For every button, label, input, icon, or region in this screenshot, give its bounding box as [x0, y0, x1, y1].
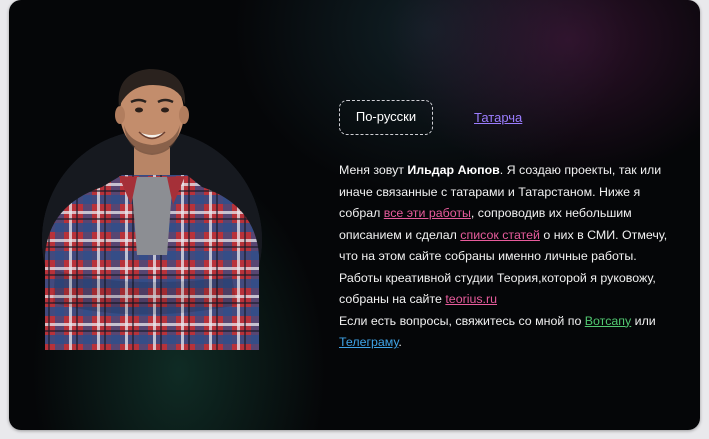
bio-part-6: .	[398, 335, 402, 349]
whatsapp-link[interactable]: Вотсапу	[585, 314, 631, 328]
telegram-link[interactable]: Телеграму	[339, 335, 398, 349]
bio-intro: Меня зовут	[339, 163, 408, 177]
articles-link[interactable]: список статей	[460, 228, 540, 242]
bio-part-4: Если есть вопросы, свяжитесь со мной по	[339, 313, 585, 328]
lang-russian-button[interactable]: По-русски	[339, 100, 433, 135]
works-link[interactable]: все эти работы	[384, 206, 471, 220]
page-window: По-русски Татарча Меня зовут Ильдар Аюпо…	[9, 0, 700, 430]
bio-part-5: или	[631, 313, 656, 328]
profile-photo	[42, 69, 262, 350]
lang-tatar-link[interactable]: Татарча	[474, 110, 522, 125]
author-name: Ильдар Аюпов	[407, 163, 500, 177]
studio-link[interactable]: teorius.ru	[445, 292, 497, 306]
bio-text: Меня зовут Ильдар Аюпов. Я создаю проект…	[339, 160, 679, 354]
